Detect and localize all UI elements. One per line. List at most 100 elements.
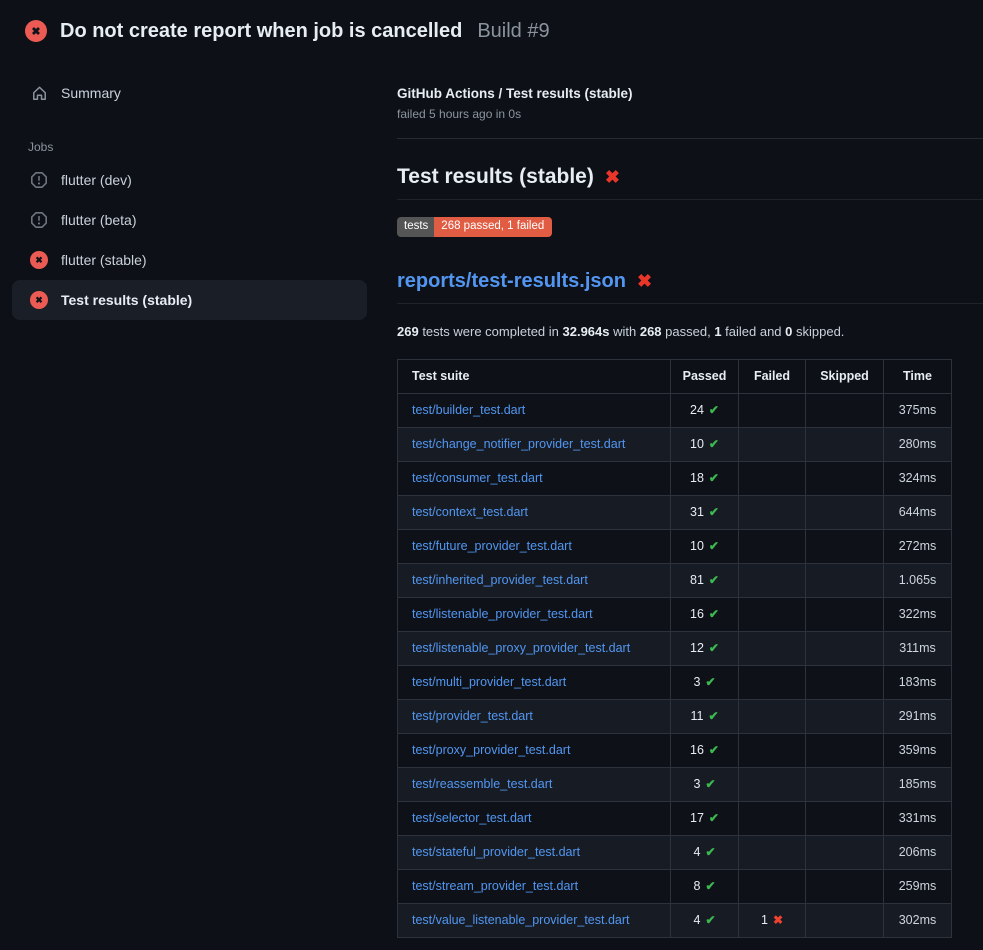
check-icon: ✔ (705, 845, 715, 859)
failed-cell (739, 869, 806, 903)
suite-cell: test/multi_provider_test.dart (398, 665, 671, 699)
table-row: test/stream_provider_test.dart8✔259ms (398, 869, 952, 903)
time-cell: 331ms (884, 801, 952, 835)
passed-cell: 4✔ (671, 903, 739, 937)
suite-cell: test/future_provider_test.dart (398, 529, 671, 563)
divider (397, 138, 983, 139)
breadcrumb: GitHub Actions / Test results (stable) (397, 86, 983, 101)
table-row: test/value_listenable_provider_test.dart… (398, 903, 952, 937)
check-icon: ✔ (709, 505, 719, 519)
time-cell: 324ms (884, 461, 952, 495)
badge-value: 268 passed, 1 failed (434, 217, 552, 237)
check-icon: ✔ (709, 403, 719, 417)
time-cell: 280ms (884, 427, 952, 461)
sidebar-job-label: Test results (stable) (61, 292, 192, 308)
suite-link[interactable]: test/proxy_provider_test.dart (412, 743, 570, 757)
skipped-cell (806, 835, 884, 869)
skipped-cell (806, 495, 884, 529)
check-icon: ✔ (705, 675, 715, 689)
suite-link[interactable]: test/listenable_proxy_provider_test.dart (412, 641, 630, 655)
table-row: test/change_notifier_provider_test.dart1… (398, 427, 952, 461)
failed-cell (739, 733, 806, 767)
suite-link[interactable]: test/reassemble_test.dart (412, 777, 552, 791)
sidebar-job-label: flutter (beta) (61, 212, 136, 228)
suite-link[interactable]: test/context_test.dart (412, 505, 528, 519)
failed-cell (739, 461, 806, 495)
time-cell: 206ms (884, 835, 952, 869)
time-cell: 311ms (884, 631, 952, 665)
summary-passed: 268 (640, 324, 662, 339)
window-header: ✖ Do not create report when job is cance… (0, 0, 983, 56)
sidebar-jobs-list: flutter (dev) flutter (beta) ✖flutter (sta… (0, 160, 397, 320)
skipped-cell (806, 767, 884, 801)
skipped-cell (806, 461, 884, 495)
sidebar-item-flutter-stable[interactable]: ✖flutter (stable) (0, 240, 397, 280)
check-icon: ✔ (705, 777, 715, 791)
suite-cell: test/builder_test.dart (398, 393, 671, 427)
results-table: Test suite Passed Failed Skipped Time te… (397, 359, 952, 938)
suite-link[interactable]: test/listenable_provider_test.dart (412, 607, 593, 621)
suite-cell: test/listenable_proxy_provider_test.dart (398, 631, 671, 665)
suite-link[interactable]: test/provider_test.dart (412, 709, 533, 723)
failed-cell (739, 563, 806, 597)
table-row: test/context_test.dart31✔644ms (398, 495, 952, 529)
failed-cell (739, 393, 806, 427)
sidebar-item-flutter-dev[interactable]: flutter (dev) (0, 160, 397, 200)
suite-link[interactable]: test/future_provider_test.dart (412, 539, 572, 553)
suite-link[interactable]: test/consumer_test.dart (412, 471, 543, 485)
column-header-failed: Failed (739, 359, 806, 393)
passed-cell: 31✔ (671, 495, 739, 529)
skipped-cell (806, 733, 884, 767)
check-icon: ✔ (709, 641, 719, 655)
failed-cell (739, 427, 806, 461)
suite-link[interactable]: test/multi_provider_test.dart (412, 675, 566, 689)
column-header-time: Time (884, 359, 952, 393)
suite-link[interactable]: test/stream_provider_test.dart (412, 879, 578, 893)
suite-link[interactable]: test/stateful_provider_test.dart (412, 845, 580, 859)
suite-link[interactable]: test/change_notifier_provider_test.dart (412, 437, 625, 451)
suite-link[interactable]: test/builder_test.dart (412, 403, 525, 417)
sidebar-item-summary[interactable]: Summary (0, 78, 397, 108)
table-row: test/consumer_test.dart 18✔ 324ms (398, 461, 952, 495)
failed-x-icon: ✖ (605, 168, 620, 186)
badge-label: tests (397, 217, 434, 237)
cancelled-status-icon (30, 171, 48, 189)
failed-cell (739, 767, 806, 801)
skipped-cell (806, 393, 884, 427)
report-heading: reports/test-results.json ✖ (397, 270, 983, 304)
table-row: test/listenable_provider_test.dart16✔322… (398, 597, 952, 631)
suite-link[interactable]: test/inherited_provider_test.dart (412, 573, 588, 587)
table-header-row: Test suite Passed Failed Skipped Time (398, 359, 952, 393)
failed-cell (739, 529, 806, 563)
suite-cell: test/change_notifier_provider_test.dart (398, 427, 671, 461)
cancelled-status-icon (30, 211, 48, 229)
tests-badge: tests 268 passed, 1 failed (397, 217, 552, 237)
skipped-cell (806, 903, 884, 937)
time-cell: 359ms (884, 733, 952, 767)
time-cell: 322ms (884, 597, 952, 631)
check-icon: ✔ (705, 879, 715, 893)
passed-cell: 8✔ (671, 869, 739, 903)
skipped-cell (806, 699, 884, 733)
check-icon: ✔ (709, 539, 719, 553)
suite-link[interactable]: test/selector_test.dart (412, 811, 532, 825)
failed-status-icon: ✖ (30, 291, 48, 309)
time-cell: 1.065s (884, 563, 952, 597)
suite-cell: test/stream_provider_test.dart (398, 869, 671, 903)
column-header-skipped: Skipped (806, 359, 884, 393)
report-link[interactable]: reports/test-results.json (397, 270, 626, 293)
passed-cell: 18✔ (671, 461, 739, 495)
suite-cell: test/consumer_test.dart (398, 461, 671, 495)
check-icon: ✔ (709, 743, 719, 757)
jobs-section-label: Jobs (0, 108, 397, 160)
sidebar-item-flutter-beta[interactable]: flutter (beta) (0, 200, 397, 240)
table-row: test/listenable_proxy_provider_test.dart… (398, 631, 952, 665)
skipped-cell (806, 665, 884, 699)
failed-cell (739, 495, 806, 529)
suite-cell: test/value_listenable_provider_test.dart (398, 903, 671, 937)
sidebar-item-test-results-stable[interactable]: ✖ Test results (stable) (12, 280, 367, 320)
suite-link[interactable]: test/value_listenable_provider_test.dart (412, 913, 630, 927)
section-title: Test results (stable) (397, 165, 594, 189)
cross-icon: ✖ (773, 913, 783, 927)
check-icon: ✔ (708, 709, 718, 723)
